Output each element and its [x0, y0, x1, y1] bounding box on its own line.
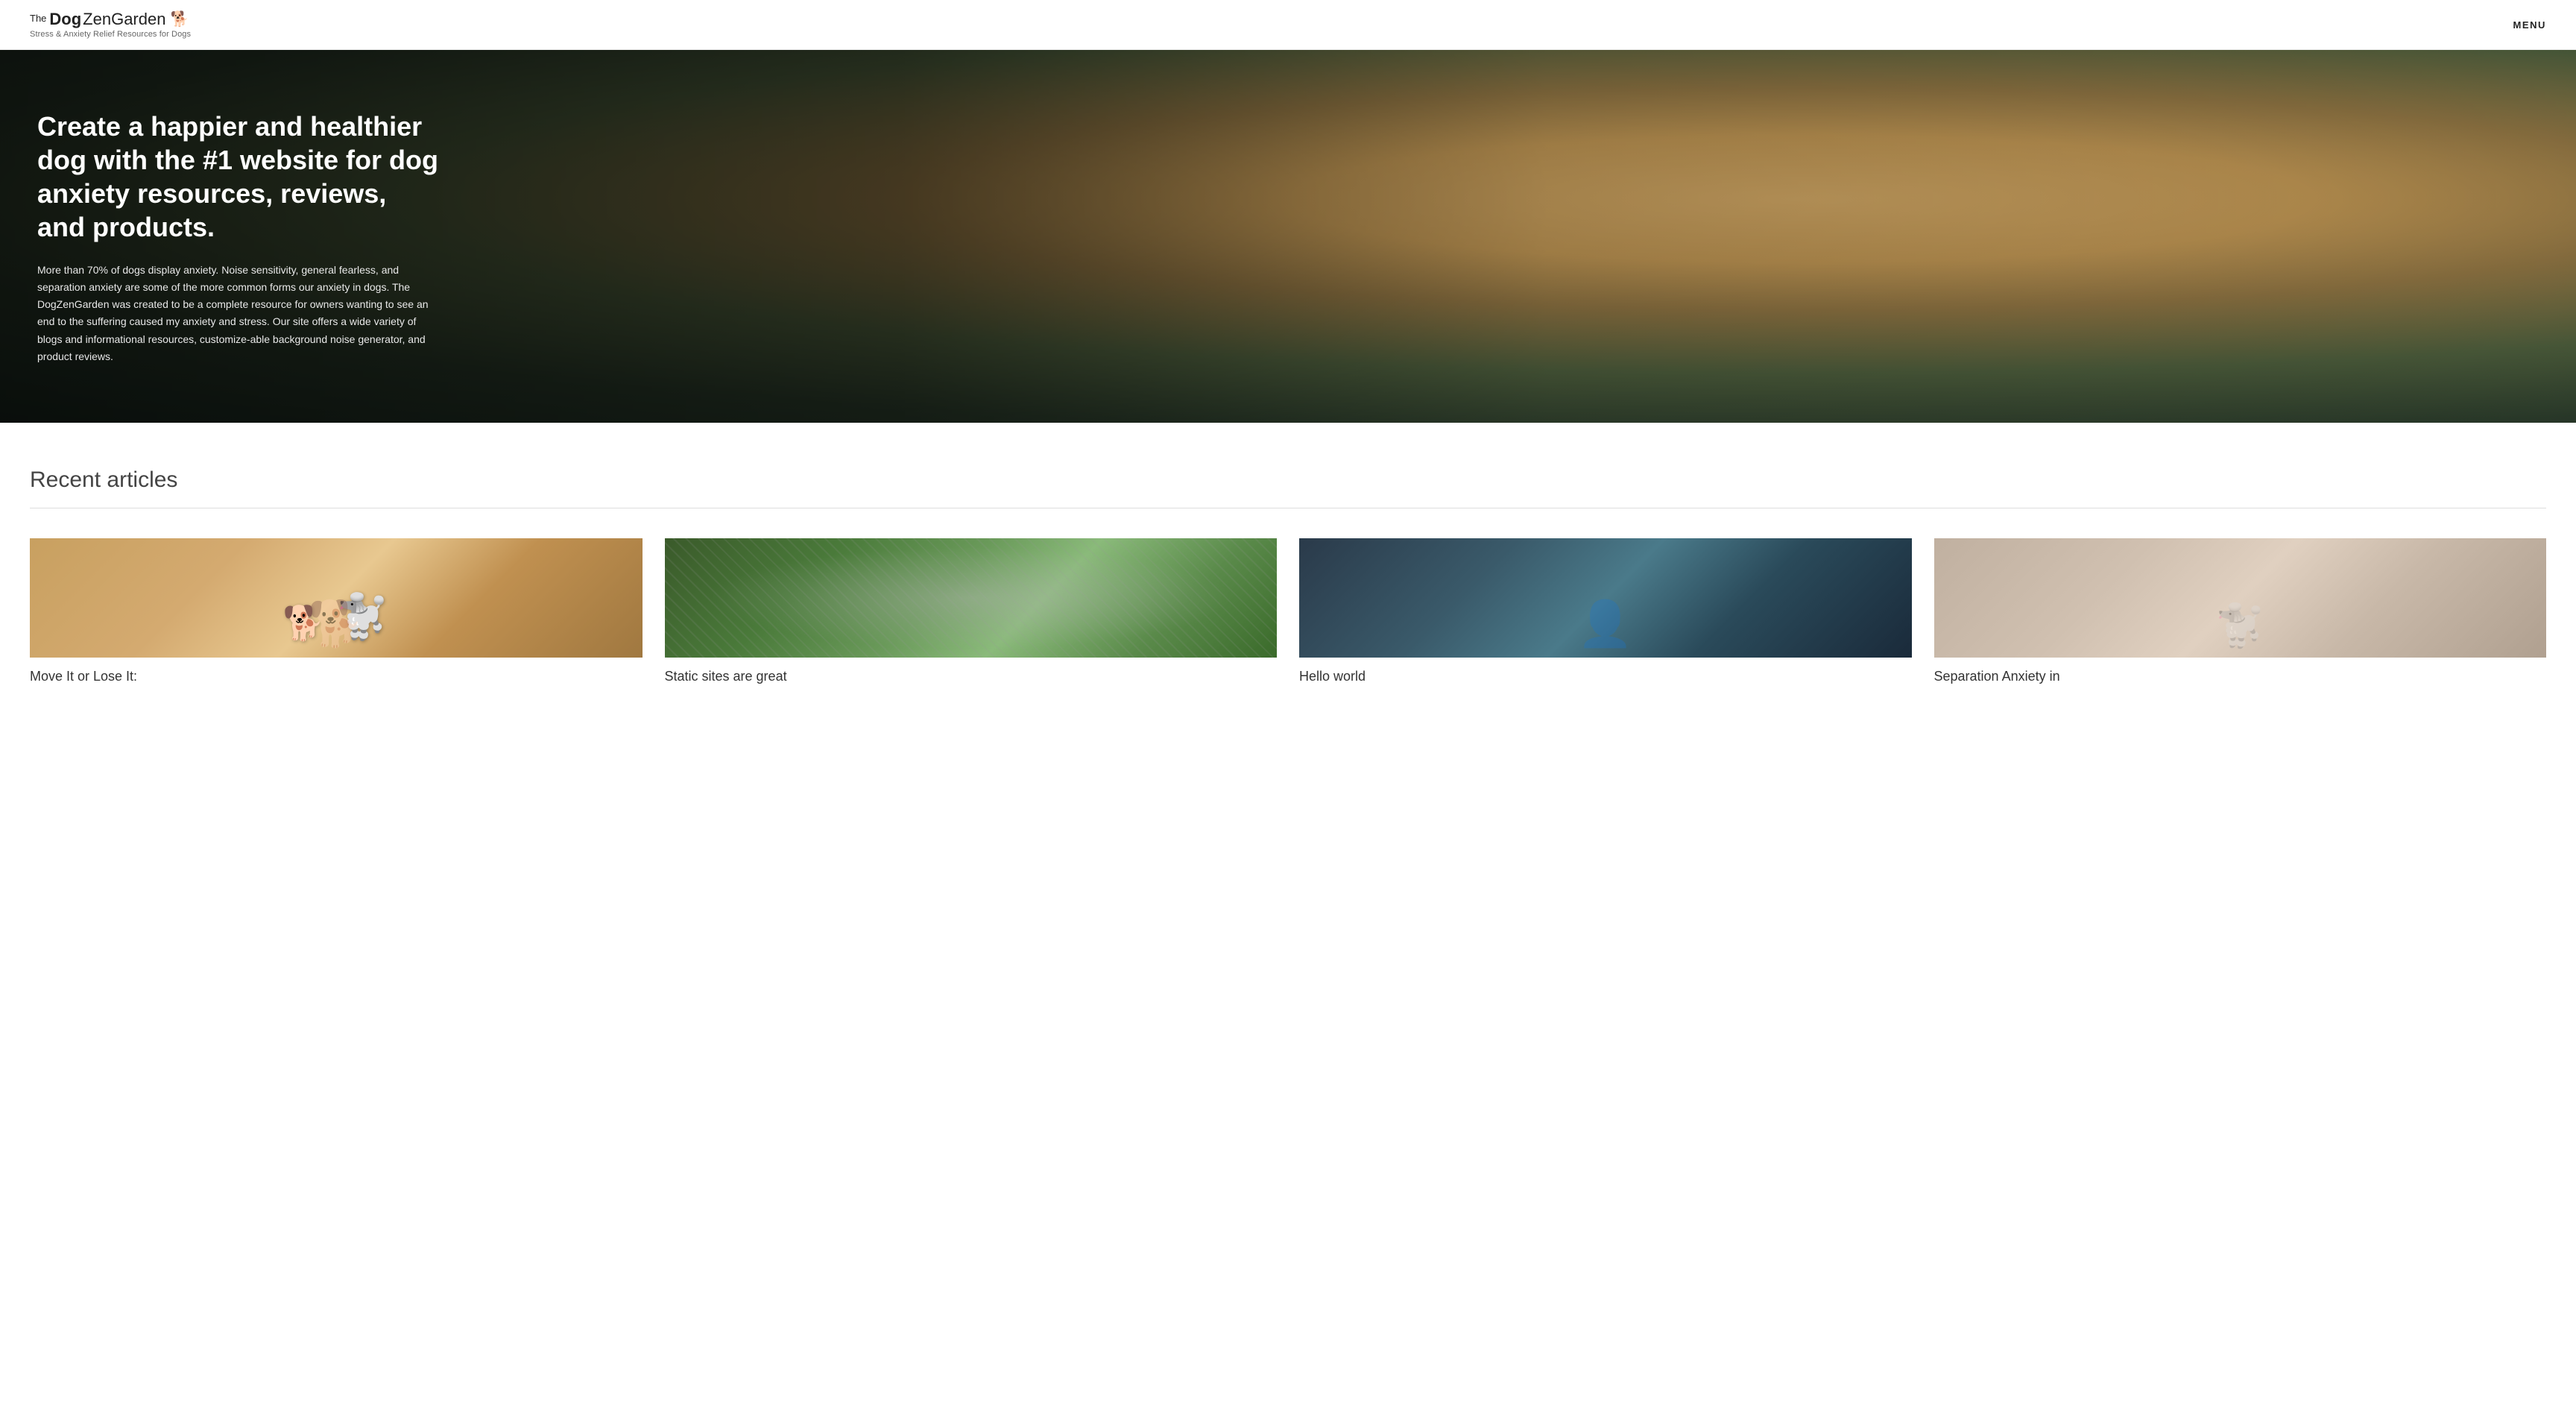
article-title-4: Separation Anxiety in	[1934, 668, 2547, 685]
articles-grid: 🐕 🐩 Move It or Lose It: Static sites are…	[30, 538, 2546, 685]
article-card-4[interactable]: Separation Anxiety in	[1934, 538, 2547, 685]
logo-zen-garden: ZenGarden	[83, 10, 165, 28]
article-card-1[interactable]: 🐕 🐩 Move It or Lose It:	[30, 538, 643, 685]
hero-description: More than 70% of dogs display anxiety. N…	[37, 262, 440, 365]
hero-title: Create a happier and healthier dog with …	[37, 110, 440, 244]
article-card-2[interactable]: Static sites are great	[665, 538, 1278, 685]
recent-articles-title: Recent articles	[30, 467, 2546, 493]
article-card-3[interactable]: Hello world	[1299, 538, 1912, 685]
logo: The DogZenGarden 🐕 Stress & Anxiety Reli…	[30, 10, 191, 39]
article-thumbnail-4	[1934, 538, 2547, 658]
dog-icon: 🐕	[170, 11, 189, 28]
article-title-3: Hello world	[1299, 668, 1912, 685]
dog-large-icon: 🐩	[335, 592, 389, 643]
logo-the: The	[30, 13, 46, 24]
dog-small-icon: 🐕	[282, 603, 324, 643]
logo-wordmark: The DogZenGarden 🐕	[30, 10, 191, 28]
hero-section: Create a happier and healthier dog with …	[0, 50, 2576, 423]
article-title-1: Move It or Lose It:	[30, 668, 643, 685]
article-thumbnail-3	[1299, 538, 1912, 658]
hero-content: Create a happier and healthier dog with …	[0, 50, 477, 423]
article-thumbnail-2	[665, 538, 1278, 658]
menu-button[interactable]: MENU	[2513, 19, 2546, 31]
site-header: The DogZenGarden 🐕 Stress & Anxiety Reli…	[0, 0, 2576, 50]
article-title-2: Static sites are great	[665, 668, 1278, 685]
thumb-1-content: 🐕 🐩	[30, 538, 643, 658]
logo-dog: Dog	[49, 10, 81, 28]
article-thumbnail-1: 🐕 🐩	[30, 538, 643, 658]
logo-tagline: Stress & Anxiety Relief Resources for Do…	[30, 30, 191, 39]
recent-articles-section: Recent articles 🐕 🐩 Move It or Lose It: …	[0, 423, 2576, 715]
